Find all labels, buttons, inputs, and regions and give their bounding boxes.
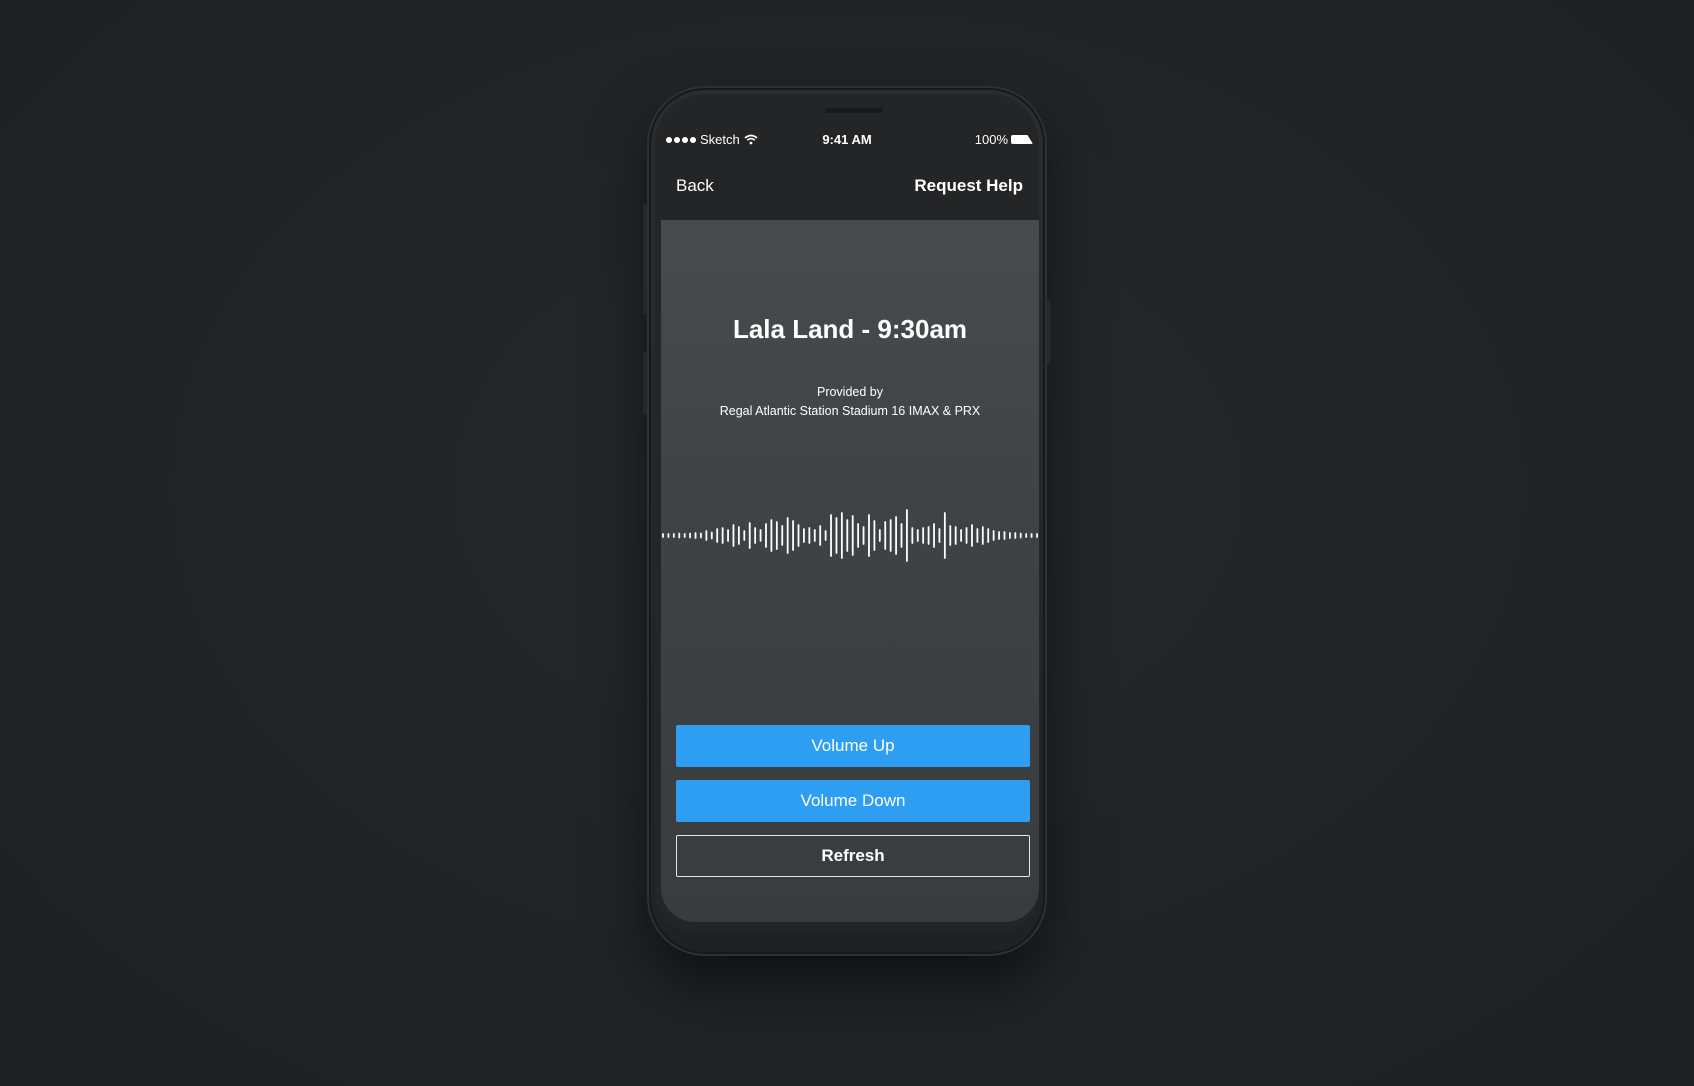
battery-percent: 100% [974,132,1008,147]
status-bar: Sketch 9:41 AM 100% [655,132,1039,152]
audio-waveform-icon [662,509,1038,562]
main-content: Lala Land - 9:30am Provided by Regal Atl… [661,220,1039,922]
phone-side-button-volume-down [643,352,647,414]
volume-up-button[interactable]: Volume Up [676,725,1030,767]
speaker-grille [825,108,883,113]
volume-down-button[interactable]: Volume Down [676,780,1030,822]
stage-background: Sketch 9:41 AM 100% Back Request Help La… [0,0,1694,1086]
phone-side-button-power [1047,300,1051,364]
provider-info: Provided by Regal Atlantic Station Stadi… [661,383,1039,421]
navigation-bar: Back Request Help [655,176,1039,216]
back-button[interactable]: Back [676,176,714,196]
phone-side-button-volume-up [643,204,647,314]
phone-screen: Sketch 9:41 AM 100% Back Request Help La… [655,94,1039,932]
request-help-button[interactable]: Request Help [914,176,1023,196]
page-title: Lala Land - 9:30am [732,314,968,344]
status-right: 100% [975,132,1033,147]
phone-device: Sketch 9:41 AM 100% Back Request Help La… [643,86,1051,956]
provided-by-label: Provided by [816,385,883,399]
battery-icon [1011,135,1033,144]
refresh-button[interactable]: Refresh [676,835,1030,877]
provider-name: Regal Atlantic Station Stadium 16 IMAX &… [719,404,981,418]
